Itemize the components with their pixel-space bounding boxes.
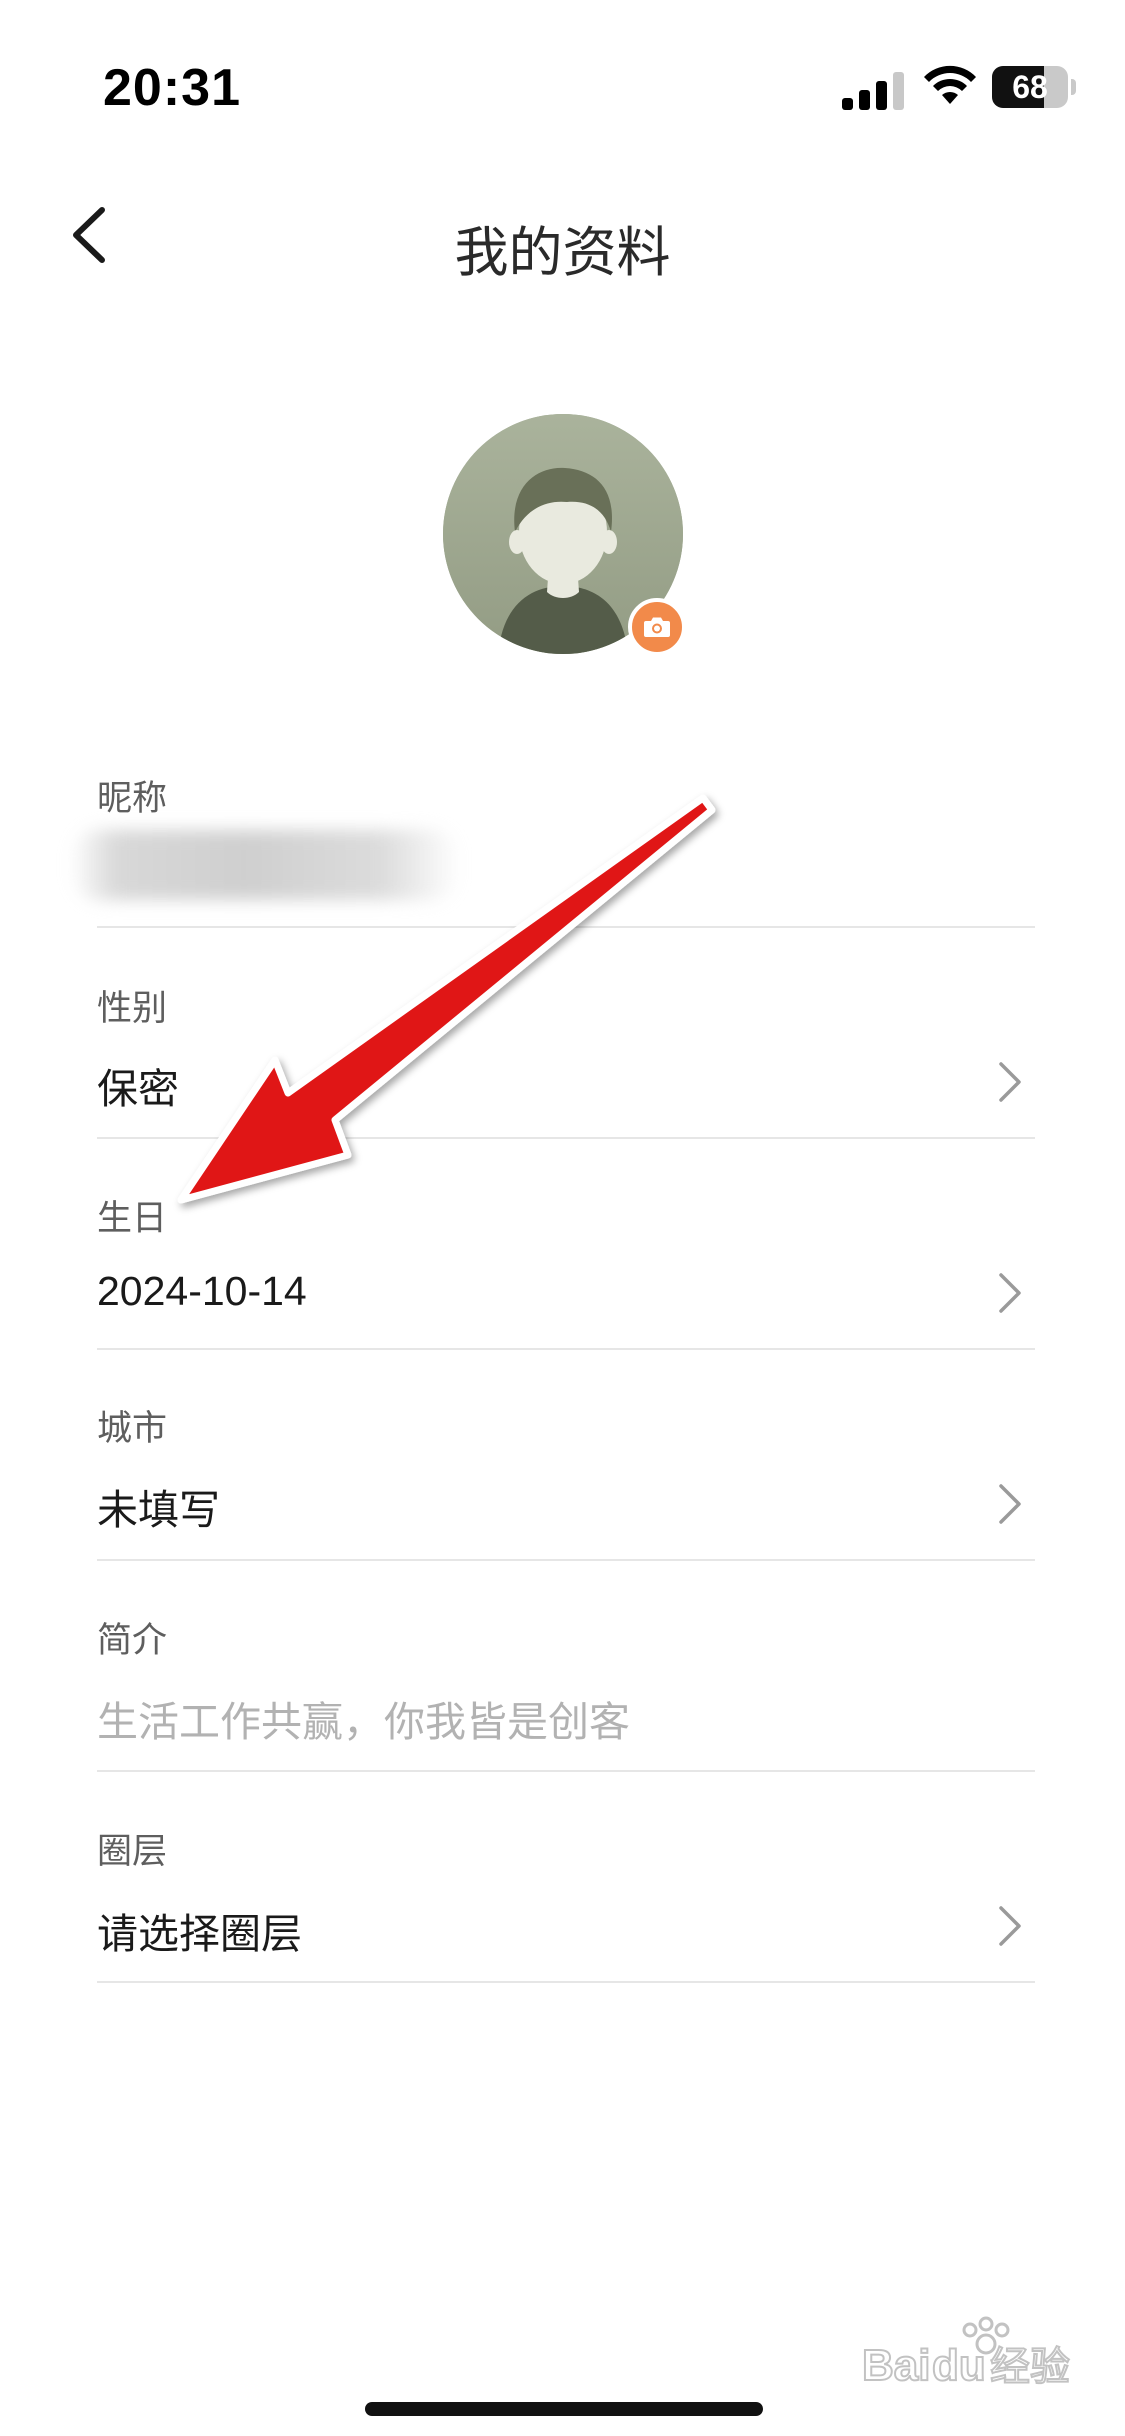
- bio-label: 简介: [97, 1621, 168, 1660]
- svg-text:Bai: Bai: [862, 2341, 930, 2390]
- chevron-right-icon: [999, 1906, 1021, 1946]
- divider: [97, 1559, 1035, 1561]
- svg-text:du: du: [932, 2341, 986, 2390]
- baidu-watermark-logo: Bai du 经验: [862, 2316, 1071, 2390]
- home-indicator[interactable]: [365, 2402, 763, 2416]
- bio-value: 生活工作共赢，你我皆是创客: [97, 1699, 630, 1745]
- city-label: 城市: [97, 1409, 168, 1448]
- divider: [97, 1981, 1035, 1983]
- circle-label: 圈层: [97, 1832, 168, 1871]
- city-value: 未填写: [97, 1487, 220, 1533]
- circle-value: 请选择圈层: [97, 1911, 302, 1957]
- svg-text:经验: 经验: [990, 2344, 1070, 2390]
- annotation-arrow: [177, 794, 716, 1204]
- chevron-right-icon: [999, 1484, 1021, 1524]
- divider: [97, 1348, 1035, 1350]
- divider: [97, 1770, 1035, 1772]
